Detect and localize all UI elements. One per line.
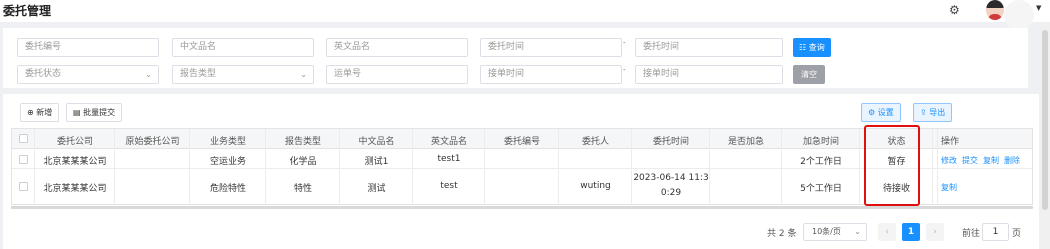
order-status-select[interactable]: 委托状态 ⌄ bbox=[17, 65, 159, 84]
row-checkbox[interactable] bbox=[19, 155, 28, 164]
prev-page-button[interactable]: ‹ bbox=[878, 223, 896, 241]
chevron-down-icon: ⌄ bbox=[145, 70, 152, 79]
en-name-input[interactable]: 英文品名 bbox=[326, 38, 468, 57]
cell-order-time-line1: 2023-06-14 11:3 bbox=[633, 173, 709, 183]
select-all-checkbox[interactable] bbox=[19, 134, 28, 143]
page-1-button[interactable]: 1 bbox=[902, 223, 920, 241]
chevron-down-icon: ⌄ bbox=[300, 70, 307, 79]
goto-page-input[interactable]: 1 bbox=[982, 223, 1009, 241]
status-highlight-box bbox=[864, 125, 920, 206]
header-en-name[interactable]: 英文品名 bbox=[413, 134, 485, 147]
cell-en-name: test1 bbox=[437, 154, 461, 164]
settings-gear-icon[interactable]: ⚙ bbox=[949, 3, 963, 17]
order-time-start-input[interactable]: 委托时间 bbox=[480, 38, 622, 57]
order-status-placeholder: 委托状态 bbox=[25, 69, 62, 79]
avatar-shirt bbox=[988, 14, 1002, 20]
user-avatar-icon[interactable] bbox=[986, 0, 1004, 20]
search-button[interactable]: ☷ 查询 bbox=[793, 38, 831, 57]
page-size-value: 10条/页 bbox=[812, 227, 841, 236]
next-page-button[interactable]: › bbox=[926, 223, 944, 241]
cell-report-type: 化学品 bbox=[289, 157, 317, 167]
header-order-time[interactable]: 委托时间 bbox=[632, 134, 710, 147]
order-time-end-input[interactable]: 委托时间 bbox=[635, 38, 783, 57]
header-original-company[interactable]: 原始委托公司 bbox=[115, 134, 190, 147]
header-order-no[interactable]: 委托编号 bbox=[485, 134, 559, 147]
batch-submit-button[interactable]: ▤ 批量提交 bbox=[66, 103, 123, 122]
cell-company: 北京某某某公司 bbox=[43, 157, 107, 167]
avatar-hair bbox=[986, 0, 1004, 8]
export-button[interactable]: ⇪ 导出 bbox=[913, 103, 953, 122]
filter-panel: 委托编号 中文品名 英文品名 委托时间 - 委托时间 ☷ 查询 委托状态 ⌄ 报… bbox=[3, 28, 1028, 88]
order-time-separator: - bbox=[623, 39, 626, 47]
table-horizontal-scrollbar[interactable] bbox=[11, 206, 1033, 209]
accept-time-end-input[interactable]: 接单时间 bbox=[635, 65, 783, 84]
pagination-total: 共 2 条 bbox=[767, 229, 797, 239]
header-cn-name[interactable]: 中文品名 bbox=[340, 134, 413, 147]
header-business-type[interactable]: 业务类型 bbox=[190, 134, 266, 147]
cell-urgent-time: 5个工作日 bbox=[800, 184, 842, 194]
report-type-placeholder: 报告类型 bbox=[180, 69, 217, 79]
accept-time-start-input[interactable]: 接单时间 bbox=[480, 65, 622, 84]
page-size-select[interactable]: 10条/页 ⌄ bbox=[803, 223, 867, 241]
waybill-no-input[interactable]: 运单号 bbox=[326, 65, 468, 84]
user-menu-caret-icon[interactable]: ▼ bbox=[1036, 4, 1041, 12]
cell-business-type: 空运业务 bbox=[209, 157, 246, 167]
cell-business-type: 危险特性 bbox=[209, 184, 246, 194]
top-bar: 委托管理 ⚙ ▼ bbox=[0, 0, 1050, 30]
user-name-area[interactable] bbox=[1004, 0, 1034, 30]
cn-name-input[interactable]: 中文品名 bbox=[172, 38, 314, 57]
edit-link[interactable]: 修改 bbox=[941, 155, 957, 166]
column-divider bbox=[933, 129, 938, 204]
clear-button[interactable]: 清空 bbox=[793, 65, 825, 84]
row-checkbox[interactable] bbox=[19, 182, 28, 191]
header-client[interactable]: 委托人 bbox=[559, 134, 632, 147]
cell-en-name: test bbox=[440, 181, 458, 191]
copy-link[interactable]: 复制 bbox=[941, 182, 957, 193]
cell-cn-name: 测试 bbox=[367, 184, 386, 194]
header-urgent[interactable]: 是否加急 bbox=[710, 134, 782, 147]
delete-link[interactable]: 删除 bbox=[1004, 155, 1020, 166]
page-scrollbar-thumb[interactable] bbox=[1042, 30, 1048, 210]
header-actions: 操作 bbox=[941, 137, 960, 147]
cell-client: wuting bbox=[580, 181, 611, 191]
cell-cn-name: 测试1 bbox=[364, 157, 389, 167]
header-report-type[interactable]: 报告类型 bbox=[266, 134, 340, 147]
goto-label: 前往 bbox=[962, 229, 981, 239]
accept-time-separator: - bbox=[623, 66, 626, 74]
goto-unit: 页 bbox=[1012, 229, 1022, 239]
cell-urgent-time: 2个工作日 bbox=[800, 157, 842, 167]
order-no-input[interactable]: 委托编号 bbox=[17, 38, 159, 57]
cell-order-time-line2: 0:29 bbox=[660, 188, 682, 198]
submit-link[interactable]: 提交 bbox=[962, 155, 978, 166]
chevron-down-icon: ⌄ bbox=[854, 227, 861, 236]
cell-report-type: 特性 bbox=[293, 184, 312, 194]
page-title: 委托管理 bbox=[3, 4, 52, 18]
report-type-select[interactable]: 报告类型 ⌄ bbox=[172, 65, 314, 84]
copy-link[interactable]: 复制 bbox=[983, 155, 999, 166]
header-company[interactable]: 委托公司 bbox=[35, 134, 115, 147]
add-button[interactable]: ⊕ 新增 bbox=[20, 103, 60, 122]
cell-company: 北京某某某公司 bbox=[43, 184, 107, 194]
header-urgent-time[interactable]: 加急时间 bbox=[782, 134, 860, 147]
settings-button[interactable]: ⚙ 设置 bbox=[861, 103, 901, 122]
